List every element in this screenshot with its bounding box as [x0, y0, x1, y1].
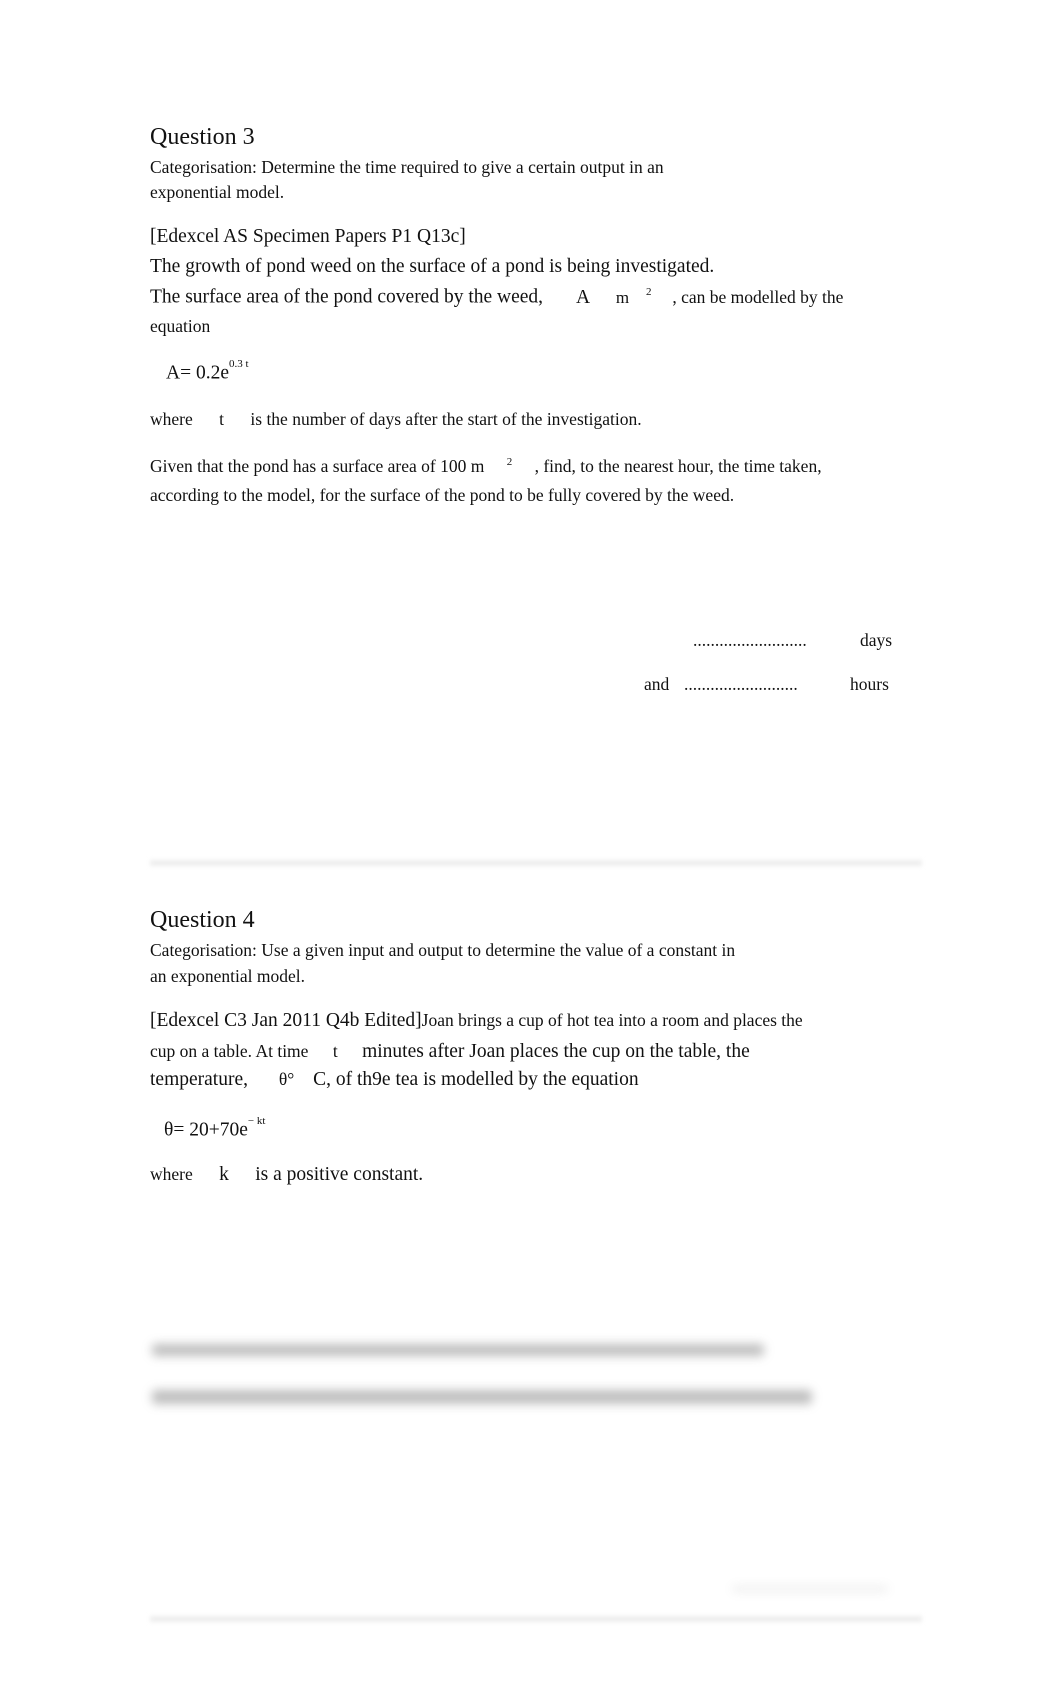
hours-label: hours	[850, 674, 889, 694]
text-line: [Edexcel C3 Jan 2011 Q4b Edited]Joan bri…	[150, 1010, 803, 1032]
var: θ°	[278, 1069, 295, 1089]
and-label: and	[644, 674, 670, 694]
text: C, of th9e tea is modelled by the equati…	[313, 1069, 639, 1090]
blurred-line	[152, 1390, 812, 1404]
blurred-line	[152, 1344, 764, 1356]
text: where	[150, 409, 193, 429]
var: t	[219, 409, 225, 429]
text: temperature,	[150, 1069, 248, 1090]
eq: A= 0.2e	[166, 362, 229, 384]
days-label: days	[860, 630, 893, 650]
eq-exp: 0.3 t	[229, 358, 249, 370]
var: k	[219, 1164, 229, 1185]
answer-hours-field[interactable]: ..........................	[684, 674, 798, 695]
text: Given that the pond has a surface area o…	[150, 456, 485, 476]
text: minutes after Joan places the cup on the…	[362, 1041, 750, 1062]
text: is a positive constant.	[255, 1164, 424, 1185]
equation: A= 0.2e0.3 t	[166, 358, 249, 385]
source: [Edexcel AS Specimen Papers P1 Q13c]	[150, 226, 466, 247]
text-line: where t is the number of days after the …	[150, 409, 642, 430]
var: A	[575, 286, 589, 308]
text-line: according to the model, for the surface …	[150, 485, 735, 505]
categorisation-cont: an exponential model.	[150, 966, 306, 986]
text-line: The growth of pond weed on the surface o…	[150, 256, 715, 277]
equation: θ= 20+70e− kt	[164, 1115, 265, 1142]
text: cup on a table. At time	[150, 1041, 309, 1061]
divider	[150, 860, 922, 866]
text: is the number of days after the start of…	[250, 409, 642, 429]
eq: θ= 20+70e	[164, 1119, 248, 1141]
text-line: equation	[150, 316, 211, 336]
text-line: temperature, θ° C, of th9e tea is modell…	[150, 1069, 639, 1091]
text-line: The surface area of the pond covered by …	[150, 286, 843, 309]
question-title: Question 4	[150, 907, 255, 933]
text: , can be modelled by the	[672, 286, 844, 307]
answer-days-field[interactable]: ..........................	[693, 630, 807, 651]
eq-exp: − kt	[247, 1115, 266, 1127]
divider	[150, 1616, 922, 1622]
text: Joan brings a cup of hot tea into a room…	[421, 1010, 803, 1030]
categorisation-cont: exponential model.	[150, 182, 285, 202]
var: t	[332, 1041, 338, 1061]
unit: m	[615, 287, 630, 307]
text-line: cup on a table. At time t minutes after …	[150, 1041, 750, 1063]
blurred-line	[732, 1586, 888, 1592]
source: [Edexcel C3 Jan 2011 Q4b Edited]	[150, 1010, 422, 1031]
text-line: Given that the pond has a surface area o…	[150, 456, 822, 477]
text-line: where k is a positive constant.	[150, 1164, 423, 1186]
exp: 2	[645, 286, 652, 298]
text: , find, to the nearest hour, the time ta…	[534, 456, 822, 476]
text: The surface area of the pond covered by …	[150, 286, 544, 308]
exp: 2	[506, 456, 513, 469]
categorisation: Categorisation: Use a given input and ou…	[150, 940, 736, 960]
categorisation: Categorisation: Determine the time requi…	[150, 157, 664, 177]
text: where	[150, 1164, 193, 1184]
question-title: Question 3	[150, 124, 255, 150]
